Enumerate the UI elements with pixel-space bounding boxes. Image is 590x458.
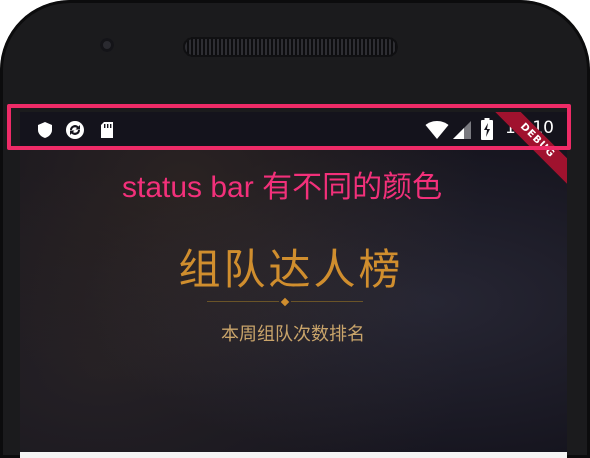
front-camera <box>100 38 114 52</box>
phone-frame: 10:10 DEBUG <box>0 0 590 458</box>
annotation-caption: status bar 有不同的颜色 <box>122 171 443 204</box>
earpiece-speaker <box>183 37 398 57</box>
page-subtitle: 本周组队次数排名 <box>221 324 365 345</box>
title-divider <box>207 297 363 307</box>
content-card <box>20 452 567 458</box>
page-title: 组队达人榜 <box>178 245 404 294</box>
status-bar-highlight <box>7 104 571 150</box>
